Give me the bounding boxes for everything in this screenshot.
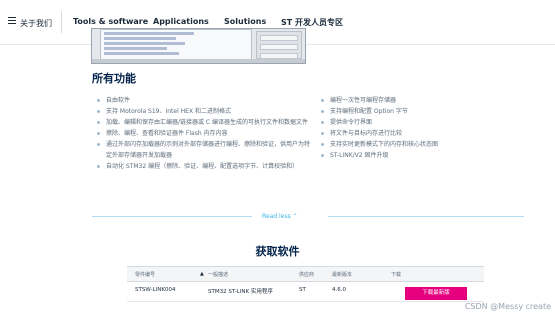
- read-less-link[interactable]: Read less ⌃: [262, 213, 298, 220]
- nav-st-developer-zone[interactable]: ST 开发人员专区: [281, 17, 343, 28]
- cell-version: 4.6.0: [332, 287, 346, 293]
- cell-part-number[interactable]: STSW-LINK004: [135, 287, 175, 293]
- screenshot-log-panel: [100, 29, 252, 62]
- product-screenshot: [91, 28, 306, 64]
- feature-item: 编程一次性可编程存储器: [320, 95, 530, 106]
- chevron-up-icon: ⌃: [292, 213, 298, 220]
- feature-item: 将文件与目标内存进行比较: [320, 128, 530, 139]
- software-table-header: 零件编号 ▲ 一般描述 供应商 最新版本 下载: [127, 266, 484, 282]
- features-list-right: 编程一次性可编程存储器 支持编程和配置 Option 字节 提供命令行界面 将文…: [320, 95, 530, 161]
- feature-item: ST-LINK/V2 固件升级: [320, 150, 530, 161]
- col-supplier[interactable]: 供应商: [299, 271, 314, 278]
- menu-icon[interactable]: [8, 17, 16, 25]
- col-latest-version[interactable]: 最新版本: [332, 271, 352, 278]
- read-less-rule-left: [92, 216, 252, 217]
- sort-icon[interactable]: ▲: [200, 271, 204, 277]
- screenshot-status-bar: [92, 59, 305, 63]
- screenshot-side-panel: [256, 31, 302, 59]
- cell-description: STM32 ST-LINK 实用程序: [208, 289, 273, 295]
- feature-item: 擦除、编程、查看和验证器件 Flash 内存内容: [96, 128, 311, 139]
- nav-tools-software[interactable]: Tools & software: [73, 17, 148, 26]
- get-software-title: 获取软件: [255, 245, 300, 258]
- nav-divider: [61, 11, 62, 33]
- features-list-left: 自由软件 支持 Motorola S19、Intel HEX 和二进制格式 加载…: [96, 95, 311, 172]
- feature-item: 自由软件: [96, 95, 311, 106]
- feature-item: 支持 Motorola S19、Intel HEX 和二进制格式: [96, 106, 311, 117]
- feature-item: 支持实时更新模式下的内存和核心状态图: [320, 139, 530, 150]
- features-title: 所有功能: [92, 72, 136, 85]
- watermark: CSDN @Messy create: [464, 302, 551, 311]
- col-part-number[interactable]: 零件编号: [135, 271, 155, 278]
- col-description[interactable]: 一般描述: [208, 271, 228, 278]
- nav-solutions[interactable]: Solutions: [224, 17, 266, 26]
- feature-item: 加载、编辑和保存由汇编器/链接器或 C 编译器生成的可执行文件和数据文件: [96, 117, 311, 128]
- download-latest-button[interactable]: 下载最新版: [405, 287, 467, 300]
- nav-about[interactable]: 关于我们: [20, 18, 52, 29]
- feature-item: 通过外部闪存加载器的示例对外部存储器进行编程、擦除和验证，供用户为特定外部存储器…: [96, 139, 311, 161]
- feature-item: 自动化 STM32 编程（擦除、验证、编程、配置选项字节、计算校验和）: [96, 161, 311, 172]
- col-download: 下载: [391, 272, 402, 278]
- read-less-rule-right: [328, 216, 524, 217]
- feature-item: 提供命令行界面: [320, 117, 530, 128]
- nav-applications[interactable]: Applications: [153, 17, 209, 26]
- feature-item: 支持编程和配置 Option 字节: [320, 106, 530, 117]
- cell-supplier: ST: [299, 287, 306, 293]
- read-less-label: Read less: [262, 213, 291, 220]
